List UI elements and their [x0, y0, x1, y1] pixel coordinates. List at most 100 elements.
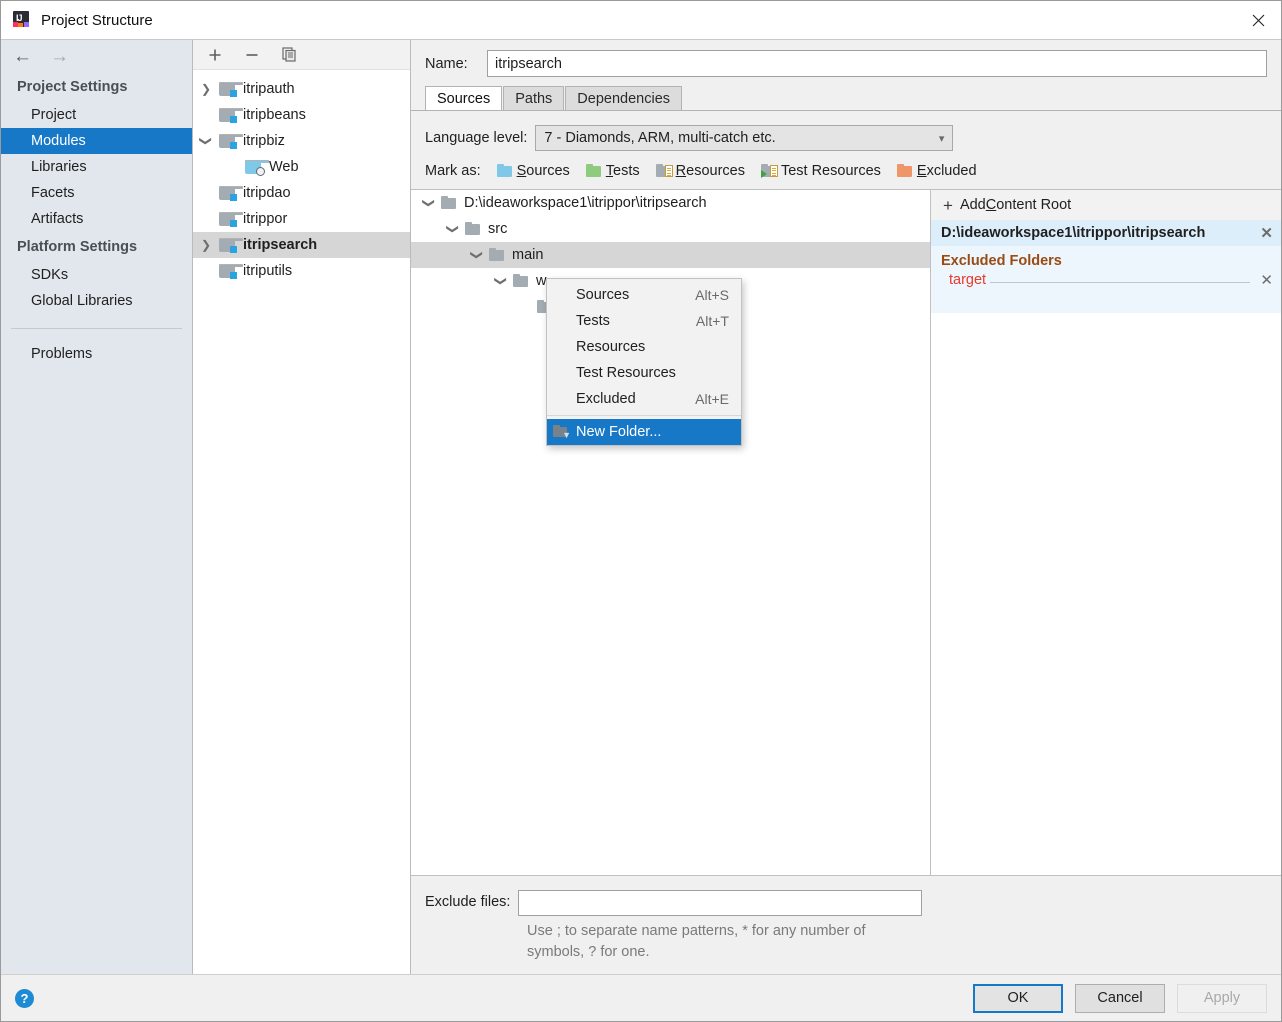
module-row-itrippor[interactable]: itrippor	[193, 206, 410, 232]
context-menu-item-sources[interactable]: Sources Alt+S	[547, 282, 741, 308]
module-row-itripdao[interactable]: itripdao	[193, 180, 410, 206]
content-tree-row-main[interactable]: ❯ main	[411, 242, 930, 268]
sidebar-group-project-settings: Project Settings	[17, 79, 128, 95]
module-name-input[interactable]	[487, 50, 1267, 77]
close-icon[interactable]	[1235, 1, 1281, 39]
context-menu-item-new-folder[interactable]: ▼ New Folder...	[547, 419, 741, 445]
module-label: Web	[269, 159, 299, 175]
module-row-itripauth[interactable]: ❯ itripauth	[193, 76, 410, 102]
folder-icon	[513, 274, 530, 288]
module-row-itripsearch[interactable]: ❯ itripsearch	[193, 232, 410, 258]
mark-as-test-resources-button[interactable]: Test Resources	[760, 163, 881, 179]
web-facet-icon	[245, 159, 269, 176]
sidebar-item-artifacts[interactable]: Artifacts	[1, 206, 192, 232]
back-arrow-icon[interactable]: ←	[13, 47, 32, 66]
language-level-select[interactable]: 7 - Diamonds, ARM, multi-catch etc. ▾	[535, 125, 954, 151]
modules-tree[interactable]: ❯ itripauth itripbeans ❯ itripbiz Web it…	[193, 70, 410, 974]
mark-excluded-mnemonic: E	[916, 163, 927, 179]
sidebar-divider	[11, 328, 182, 329]
language-level-label: Language level:	[425, 130, 528, 146]
sidebar-item-problems[interactable]: Problems	[1, 341, 192, 367]
tab-sources[interactable]: Sources	[425, 86, 503, 110]
mark-as-row: Mark as: Sources Tests Resources Test Re…	[411, 151, 1281, 189]
add-module-icon[interactable]	[205, 45, 225, 65]
mark-tests-label: ests	[613, 163, 640, 179]
mark-as-excluded-button[interactable]: Excluded	[896, 163, 977, 179]
folder-icon	[441, 196, 458, 210]
sidebar-item-facets[interactable]: Facets	[1, 180, 192, 206]
folder-icon	[465, 222, 482, 236]
chevron-right-icon[interactable]: ❯	[193, 238, 219, 252]
dialog-footer: ? OK Cancel Apply	[1, 974, 1281, 1021]
context-item-shortcut: Alt+S	[695, 287, 729, 303]
sidebar-item-project[interactable]: Project	[1, 102, 192, 128]
module-row-itriputils[interactable]: itriputils	[193, 258, 410, 284]
remove-content-root-icon[interactable]: ✕	[1254, 224, 1273, 242]
module-label: itripdao	[243, 185, 291, 201]
add-content-root-mnemonic: C	[985, 197, 997, 213]
module-folder-icon	[219, 211, 243, 227]
content-tree-row-root[interactable]: ❯ D:\ideaworkspace1\itrippor\itripsearch	[411, 190, 930, 216]
mark-as-resources-button[interactable]: Resources	[655, 163, 745, 179]
chevron-right-icon[interactable]: ❯	[193, 82, 219, 96]
module-folder-icon	[219, 107, 243, 123]
remove-excluded-folder-icon[interactable]: ✕	[1254, 271, 1273, 289]
content-root-path: D:\ideaworkspace1\itrippor\itripsearch	[941, 225, 1206, 241]
resources-folder-icon	[655, 164, 673, 178]
add-content-root-button[interactable]: + Add Content Root	[931, 190, 1281, 220]
chevron-down-icon[interactable]: ❯	[494, 269, 508, 293]
plus-icon: +	[943, 195, 953, 215]
exclude-files-hint: Use ; to separate name patterns, * for a…	[527, 922, 866, 961]
remove-module-icon[interactable]	[242, 45, 262, 65]
sources-folder-icon	[496, 164, 513, 178]
module-editor-panel: Name: Sources Paths Dependencies Languag…	[411, 40, 1281, 974]
excluded-folder-dash	[990, 273, 1251, 283]
module-row-itripbiz[interactable]: ❯ itripbiz	[193, 128, 410, 154]
context-menu-item-resources[interactable]: Resources	[547, 334, 741, 360]
chevron-down-icon[interactable]: ❯	[422, 191, 436, 215]
module-folder-icon	[219, 263, 243, 279]
exclude-files-input[interactable]	[518, 889, 923, 916]
chevron-down-icon[interactable]: ❯	[199, 128, 213, 154]
new-folder-icon: ▼	[553, 425, 571, 440]
chevron-down-icon[interactable]: ❯	[446, 217, 460, 241]
context-item-label: Tests	[576, 313, 610, 329]
mark-tests-mnemonic: T	[605, 163, 614, 179]
context-menu-item-excluded[interactable]: Excluded Alt+E	[547, 386, 741, 412]
copy-module-icon[interactable]	[279, 45, 299, 65]
tab-paths[interactable]: Paths	[503, 86, 565, 110]
content-tree-row-src[interactable]: ❯ src	[411, 216, 930, 242]
mark-sources-mnemonic: S	[516, 163, 527, 179]
sidebar-item-modules[interactable]: Modules	[1, 128, 192, 154]
module-folder-icon	[219, 81, 243, 97]
help-icon[interactable]: ?	[15, 988, 34, 1008]
mark-as-context-menu: Sources Alt+S Tests Alt+T Resources Test…	[546, 278, 742, 446]
module-row-web[interactable]: Web	[193, 154, 410, 180]
mark-as-label: Mark as:	[425, 163, 481, 179]
sidebar-item-global-libraries[interactable]: Global Libraries	[1, 288, 192, 314]
forward-arrow-icon[interactable]: →	[50, 47, 69, 66]
module-row-itripbeans[interactable]: itripbeans	[193, 102, 410, 128]
module-name-row: Name:	[411, 40, 1281, 77]
sidebar-item-sdks[interactable]: SDKs	[1, 262, 192, 288]
settings-sidebar: ← → Project Settings Project Modules Lib…	[1, 40, 193, 974]
content-root-block: D:\ideaworkspace1\itrippor\itripsearch ✕…	[931, 220, 1281, 313]
module-label: itripsearch	[243, 237, 318, 253]
ok-button[interactable]: OK	[973, 983, 1063, 1013]
chevron-down-icon[interactable]: ❯	[470, 243, 484, 267]
sidebar-item-libraries[interactable]: Libraries	[1, 154, 192, 180]
context-menu-item-tests[interactable]: Tests Alt+T	[547, 308, 741, 334]
context-menu-item-test-resources[interactable]: Test Resources	[547, 360, 741, 386]
tab-dependencies[interactable]: Dependencies	[565, 86, 683, 110]
mark-test-resources-label: Test Resources	[780, 163, 881, 179]
mark-as-tests-button[interactable]: Tests	[585, 163, 640, 179]
module-label: itriputils	[243, 263, 293, 279]
exclude-files-label: Exclude files:	[425, 893, 511, 910]
modules-panel: ❯ itripauth itripbeans ❯ itripbiz Web it…	[193, 40, 411, 974]
context-item-shortcut: Alt+E	[695, 391, 729, 407]
sidebar-group-platform-settings: Platform Settings	[17, 239, 138, 255]
exclude-files-row: Exclude files:	[425, 889, 1267, 916]
mark-as-sources-button[interactable]: Sources	[496, 163, 570, 179]
cancel-button[interactable]: Cancel	[1075, 983, 1165, 1013]
module-label: itripbiz	[243, 133, 285, 149]
